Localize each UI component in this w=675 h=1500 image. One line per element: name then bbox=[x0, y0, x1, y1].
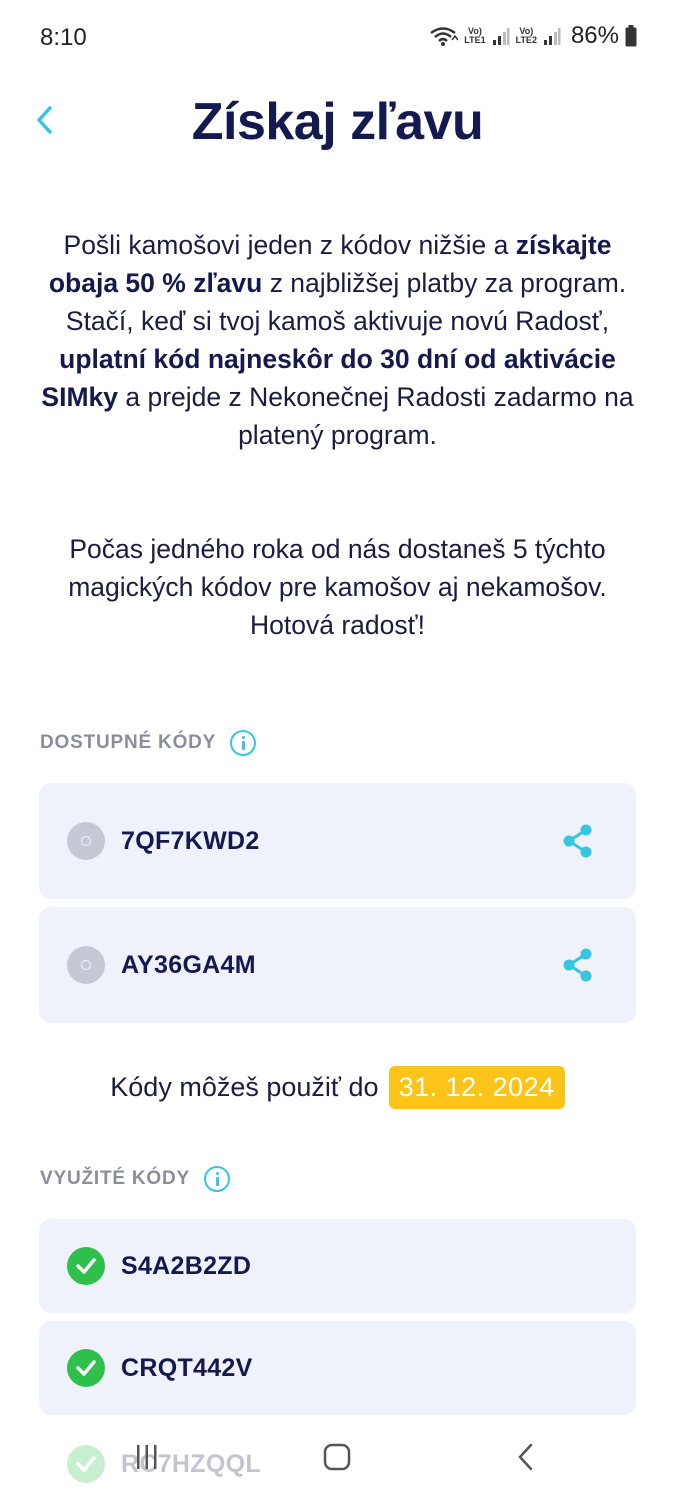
back-icon bbox=[518, 1443, 533, 1471]
expiry-date-badge: 31. 12. 2024 bbox=[388, 1066, 565, 1109]
code-value: S4A2B2ZD bbox=[121, 1251, 252, 1280]
check-circle-icon bbox=[67, 1349, 105, 1387]
share-button[interactable] bbox=[560, 947, 596, 983]
share-icon bbox=[563, 824, 592, 858]
used-codes-label: VYUŽITÉ KÓDY bbox=[40, 1168, 191, 1189]
system-back-button[interactable] bbox=[506, 1437, 546, 1477]
check-circle-icon bbox=[67, 1247, 105, 1285]
description-text: Pošli kamošovi jeden z kódov nižšie a zí… bbox=[40, 226, 635, 454]
expiry-info: Kódy môžeš použiť do 31. 12. 2024 bbox=[0, 1066, 675, 1109]
used-codes-header: VYUŽITÉ KÓDY bbox=[40, 1166, 231, 1192]
share-icon bbox=[563, 948, 592, 982]
radio-icon bbox=[67, 946, 105, 984]
system-nav-bar bbox=[0, 1415, 675, 1500]
description-part: Pošli kamošovi jeden z kódov nižšie a bbox=[63, 230, 516, 260]
code-value: AY36GA4M bbox=[121, 950, 256, 979]
radio-icon bbox=[67, 822, 105, 860]
description-secondary: Počas jedného roka od nás dostaneš 5 týc… bbox=[68, 534, 607, 640]
wifi-icon bbox=[428, 24, 459, 48]
page-title: Získaj zľavu bbox=[191, 93, 484, 151]
home-icon bbox=[323, 1443, 351, 1471]
info-icon[interactable] bbox=[204, 1166, 231, 1192]
used-code-card: CRQT442V bbox=[39, 1321, 636, 1415]
signal-icon bbox=[492, 26, 510, 46]
used-code-card: S4A2B2ZD bbox=[39, 1219, 636, 1313]
available-code-card[interactable]: AY36GA4M bbox=[39, 907, 636, 1023]
home-button[interactable] bbox=[317, 1437, 357, 1477]
code-value: 7QF7KWD2 bbox=[121, 826, 260, 855]
share-button[interactable] bbox=[560, 823, 596, 859]
code-value: CRQT442V bbox=[121, 1353, 253, 1382]
battery-icon bbox=[625, 25, 637, 47]
recents-icon bbox=[137, 1445, 157, 1469]
status-time: 8:10 bbox=[40, 24, 87, 51]
available-code-card[interactable]: 7QF7KWD2 bbox=[39, 783, 636, 899]
expiry-text: Kódy môžeš použiť do bbox=[110, 1072, 379, 1102]
recents-button[interactable] bbox=[127, 1437, 167, 1477]
available-codes-label: DOSTUPNÉ KÓDY bbox=[40, 732, 217, 753]
sim2-label: Vo) LTE2 bbox=[516, 27, 537, 45]
status-icons: Vo) LTE1 Vo) LTE2 86% bbox=[428, 22, 637, 50]
status-bar: 8:10 Vo) LTE1 Vo) LTE2 86% bbox=[0, 0, 675, 76]
description-part: a prejde z Nekonečnej Radosti zadarmo na… bbox=[118, 382, 634, 450]
battery-percent: 86% bbox=[570, 22, 619, 49]
sim1-label: Vo) LTE1 bbox=[464, 27, 485, 45]
sim2-lte-label: LTE2 bbox=[515, 35, 537, 45]
signal-icon bbox=[543, 26, 561, 46]
info-icon[interactable] bbox=[230, 730, 257, 756]
sim1-lte-label: LTE1 bbox=[464, 35, 486, 45]
available-codes-header: DOSTUPNÉ KÓDY bbox=[40, 730, 257, 756]
